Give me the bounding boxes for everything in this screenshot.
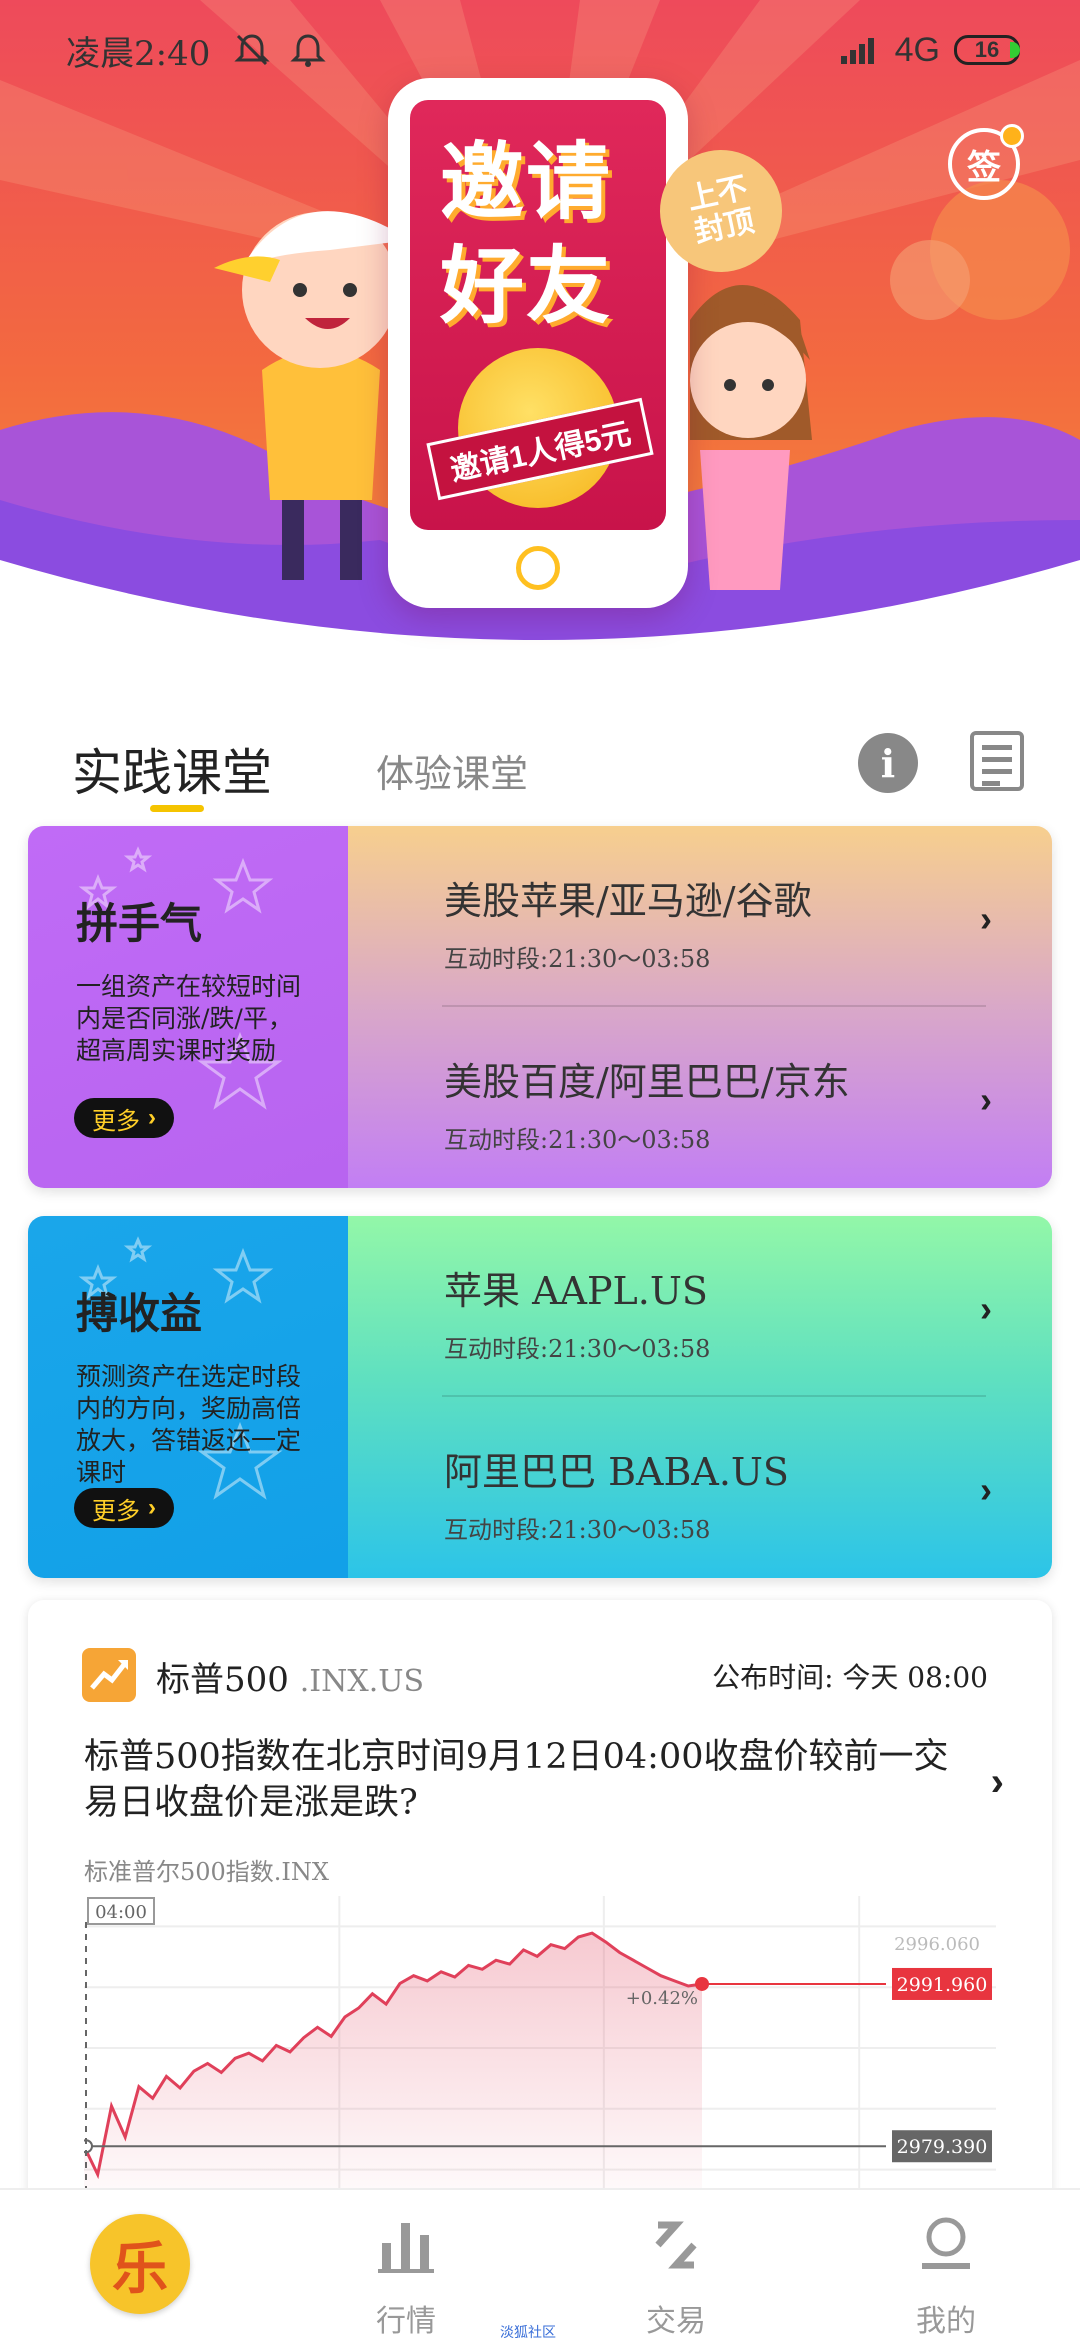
base-value-label: 2979.390 [897,2136,988,2158]
sign-in-dot [1000,124,1024,148]
luck-more-label: 更多 [92,1107,140,1135]
chevron-right-icon: › [980,1469,992,1510]
info-icon[interactable]: i [858,733,918,793]
chevron-right-icon: › [148,1494,156,1521]
index-price-chart: 04:00 2996.060 2991.960 2979.390 +0.42% [84,1896,996,2200]
promo-title: 邀请 好友 [440,130,640,338]
chevron-right-icon: › [980,1288,992,1329]
index-code: .INX.US [299,1664,425,1699]
mute-bell-icon [234,34,270,66]
luck-card-list: 美股苹果/亚马逊/谷歌 互动时段:21:30～03:58 › 美股百度/阿里巴巴… [348,826,1052,1188]
index-name: 标普500 .INX.US [156,1652,424,1701]
list-icon[interactable] [970,731,1024,791]
profit-card-list: 苹果 AAPL.US 互动时段:21:30～03:58 › 阿里巴巴 BABA.… [348,1216,1052,1578]
chevron-right-icon: › [980,1079,992,1120]
luck-more-button[interactable]: 更多 › [74,1098,174,1138]
profit-card-title: 搏收益 [76,1289,203,1338]
unlimited-badge-text: 上不 封顶 [684,171,758,250]
alarm-bell-icon [290,34,326,67]
chevron-right-icon: › [148,1104,156,1131]
target-value-label: 2991.960 [897,1974,988,1996]
promo-title-line2: 好友 [440,236,613,335]
chart-area [84,1933,702,2200]
status-time: 凌晨2:40 [66,33,211,74]
tab-practice-class[interactable]: 实践课堂 [72,733,272,812]
phone-illustration: 邀请 好友 [388,78,688,608]
index-chart-svg: 04:00 2996.060 2991.960 2979.390 +0.42% [84,1896,996,2200]
course-time: 互动时段:21:30～03:58 [444,945,711,973]
luck-card-desc: 一组资产在较短时间内是否同涨/跌/平，超高周实课时奖励 [76,972,302,1065]
course-time: 互动时段:21:30～03:58 [444,1516,711,1544]
tab-practice-class-label: 实践课堂 [72,744,272,802]
luck-card-title: 拼手气 [76,899,203,948]
profit-more-label: 更多 [92,1497,140,1525]
trade-icon [655,2221,697,2269]
tab-trial-class[interactable]: 体验课堂 [376,743,528,798]
course-title: 美股百度/阿里巴巴/京东 [444,1060,850,1104]
sign-in-label: 签 [967,148,1001,187]
nav-market-label: 行情 [376,2304,436,2339]
prediction-question: 标普500指数在北京时间9月12日04:00收盘价较前一交易日收盘价是涨是跌? [84,1737,949,1823]
tab-active-underline [150,805,204,812]
nav-home-button[interactable]: 乐 [90,2214,190,2314]
profit-course-card: 搏收益 预测资产在选定时段内的方向，奖励高倍放大，答错返还一定课时 更多 › 苹… [28,1216,1052,1578]
luck-course-card: 拼手气 一组资产在较短时间内是否同涨/跌/平，超高周实课时奖励 更多 › 美股苹… [28,826,1052,1188]
profit-card-intro: 搏收益 预测资产在选定时段内的方向，奖励高倍放大，答错返还一定课时 更多 › [28,1216,348,1578]
list-item[interactable]: 美股苹果/亚马逊/谷歌 互动时段:21:30～03:58 › [348,826,1052,1007]
index-logo-icon [82,1648,136,1702]
profit-more-button[interactable]: 更多 › [74,1488,174,1528]
invite-banner[interactable]: 凌晨2:40 4G 16 签 邀请 好友 上不 封顶 邀请1人得5元 [0,0,1080,690]
luck-card-intro: 拼手气 一组资产在较短时间内是否同涨/跌/平，超高周实课时奖励 更多 › [28,826,348,1188]
course-title: 阿里巴巴 BABA.US [444,1450,789,1494]
nav-trade-label: 交易 [646,2304,706,2339]
battery-level: 16 [974,37,1000,62]
course-title: 美股苹果/亚马逊/谷歌 [444,879,812,923]
profit-card-desc: 预测资产在选定时段内的方向，奖励高倍放大，答错返还一定课时 [76,1362,302,1487]
sign-in-button[interactable]: 签 [948,124,1024,200]
nav-home-logo: 乐 [112,2236,168,2300]
change-label: +0.42% [626,1988,698,2009]
tick-label: 2996.060 [894,1934,980,1955]
chevron-right-icon: › [980,898,992,939]
index-name-text: 标普500 [156,1660,289,1700]
bottom-nav: 乐 行情 交易 我的 [0,2188,1080,2340]
nav-mine[interactable]: 我的 [876,2212,1016,2340]
nav-trade[interactable]: 交易 [606,2212,746,2340]
battery-indicator: 16 [954,35,1020,65]
watermark: 淡狐社区 [500,2324,556,2340]
course-title: 苹果 AAPL.US [444,1269,708,1313]
publish-time: 公布时间: 今天 08:00 [712,1661,988,1694]
course-time: 互动时段:21:30～03:58 [444,1126,711,1154]
index-full-name: 标准普尔500指数.INX [84,1858,330,1886]
list-item[interactable]: 阿里巴巴 BABA.US 互动时段:21:30～03:58 › [348,1397,1052,1578]
course-time: 互动时段:21:30～03:58 [444,1335,711,1363]
bar-chart-icon [378,2223,434,2273]
nav-market[interactable]: 行情 [336,2212,476,2340]
user-icon [922,2217,970,2269]
list-item[interactable]: 美股百度/阿里巴巴/京东 互动时段:21:30～03:58 › [348,1007,1052,1188]
nav-mine-label: 我的 [916,2304,976,2339]
promo-title-line1: 邀请 [440,132,613,231]
list-item[interactable]: 苹果 AAPL.US 互动时段:21:30～03:58 › [348,1216,1052,1397]
start-label: 04:00 [95,1902,147,1923]
phone-home-button-icon [516,546,560,590]
chevron-right-icon: › [990,1760,1004,1804]
section-tabs: 实践课堂 体验课堂 i [0,715,1080,825]
network-type: 4G [894,30,940,69]
signal-icon [840,38,874,64]
